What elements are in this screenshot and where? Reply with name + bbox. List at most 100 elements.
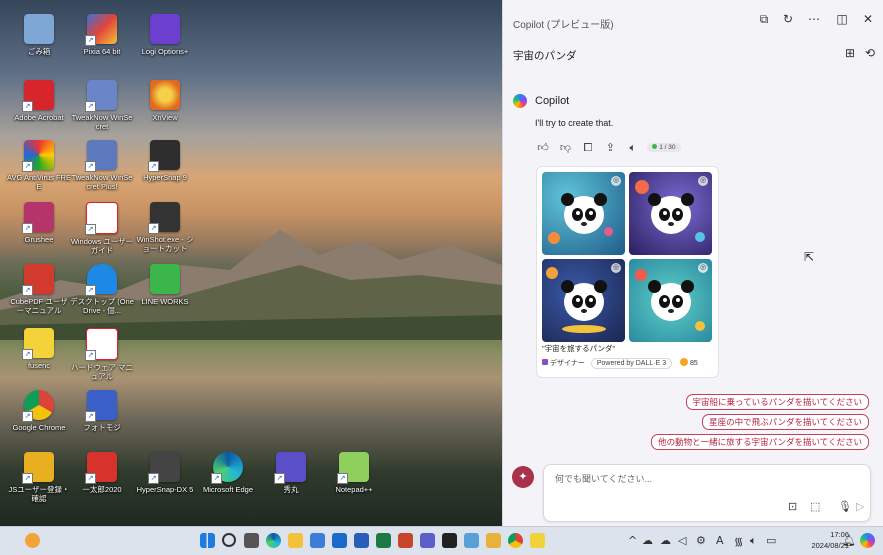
mouse-cursor-icon: ⇱	[804, 250, 815, 264]
dock-panel-icon[interactable]: ◫	[833, 12, 851, 26]
desktop-icon-avg[interactable]: ↗ AVG AntiVirus FREE	[7, 140, 71, 191]
powered-by-badge: Powered by DALL·E 3	[590, 358, 673, 369]
generated-image-3[interactable]: ◎	[542, 259, 625, 342]
photos-icon[interactable]	[464, 533, 479, 548]
desktop-icon-adobe-acrobat[interactable]: ↗ Adobe Acrobat	[7, 80, 71, 122]
generated-image-2[interactable]: ◎	[629, 172, 712, 255]
desktop-icon-cubepdf[interactable]: ↗ CubePDF ユーザーマニュアル	[7, 264, 71, 315]
desktop-icon-line-works[interactable]: LINE WORKS	[133, 264, 197, 306]
settings-tray-icon[interactable]: ⚙	[696, 534, 706, 547]
notepadpp-icon: ↗	[337, 452, 369, 484]
desktop-icon-xnview[interactable]: XnView	[133, 80, 197, 122]
new-topic-button[interactable]: ✦	[512, 466, 534, 488]
microphone-icon[interactable]: 🎙︎	[838, 500, 852, 513]
suggestion-chip-2[interactable]: 星座の中で飛ぶパンダを描いてください	[702, 414, 869, 430]
thumbs-up-icon[interactable]: 👍︎	[535, 141, 551, 154]
chat-input-box[interactable]: ⊡ ⬚ 🎙︎ ▷	[543, 464, 871, 522]
generated-image-4[interactable]: ◎	[629, 259, 712, 342]
desktop-icon-label: 秀丸	[283, 485, 299, 494]
desktop-icon-hypersnap9[interactable]: ↗ HyperSnap 9	[133, 140, 197, 182]
chat-input[interactable]	[553, 473, 857, 485]
copy-icon[interactable]: ⧠	[580, 142, 596, 155]
copilot-taskbar-icon[interactable]	[860, 533, 875, 548]
desktop-icon-hardware-manual[interactable]: ↗ ハードウェア マニュアル	[70, 328, 134, 381]
read-aloud-icon[interactable]: 🔈︎	[625, 142, 641, 155]
desktop-icon-hypersnap-dx[interactable]: ↗ HyperSnap-DX 5	[133, 452, 197, 494]
search-icon[interactable]	[222, 533, 236, 547]
onedrive-tray-icon[interactable]: ☁	[642, 534, 653, 547]
store-icon[interactable]	[310, 533, 325, 548]
copilot-message: I'll try to create that.	[535, 118, 614, 128]
history-icon[interactable]: ⟲	[865, 46, 875, 60]
desktop-icon-label: TweakNow WinSecret	[71, 113, 133, 131]
open-in-new-window-icon[interactable]: ⧉	[755, 12, 773, 27]
edge-taskbar-icon[interactable]	[266, 533, 281, 548]
pen-tray-icon[interactable]: ◁	[678, 534, 686, 547]
excel-icon[interactable]	[376, 533, 391, 548]
desktop-icon-photomoji[interactable]: ↗ フォトモジ	[70, 390, 134, 432]
pdf-icon: ↗	[85, 328, 118, 361]
folder-icon[interactable]	[486, 533, 501, 548]
cloud-tray-icon[interactable]: ☁	[660, 534, 671, 547]
hypersnap-taskbar-icon[interactable]	[530, 533, 545, 548]
desktop-icon-label: fusenc	[27, 361, 51, 370]
show-hidden-icons-icon[interactable]: ^	[628, 534, 637, 547]
powerpoint-icon[interactable]	[398, 533, 413, 548]
send-icon[interactable]: ▷	[856, 500, 864, 513]
grushee-icon: ↗	[22, 202, 54, 234]
thumbs-down-icon[interactable]: 👎︎	[557, 141, 573, 154]
battery-icon[interactable]: ▭	[766, 534, 776, 547]
start-windows-icon[interactable]	[200, 533, 215, 548]
refresh-icon[interactable]: ↻	[779, 12, 797, 26]
photomoji-icon: ↗	[85, 390, 117, 422]
notification-bell-icon[interactable]: 🔔︎	[842, 534, 856, 547]
desktop-icon-tweaknow-winsecret-plus[interactable]: ↗ TweakNow WinSecret Plus!	[70, 140, 134, 191]
volume-icon[interactable]: 🔈︎	[750, 534, 757, 548]
more-options-icon[interactable]: ⋯	[805, 12, 823, 26]
word-icon[interactable]	[354, 533, 369, 548]
task-view-icon[interactable]	[244, 533, 259, 548]
desktop-icon-label: ハードウェア マニュアル	[70, 363, 134, 381]
desktop-icon-grushee[interactable]: ↗ Grushee	[7, 202, 71, 244]
desktop-icon-fusenc[interactable]: ↗ fusenc	[7, 328, 71, 370]
turn-counter-badge: 1 / 30	[647, 143, 681, 152]
desktop-icon-windows-user-guide[interactable]: ↗ Windows ユーザー ガイド	[70, 202, 134, 255]
desktop-icon-microsoft-edge[interactable]: ↗ Microsoft Edge	[196, 452, 260, 494]
desktop-icon-recycle-bin[interactable]: ごみ箱	[7, 14, 71, 56]
taskbar: ^ ☁ ☁ ◁ ⚙ A ᯾ 🔈︎ ▭ 17:06 2024/08/21 🔔︎	[0, 526, 883, 555]
suggestion-chip-3[interactable]: 他の動物と一緒に旅する宇宙パンダを描いてください	[651, 434, 869, 450]
desktop-icon-label: Logi Options+	[141, 47, 189, 56]
desktop-icon-winshot[interactable]: ↗ WinShot.exe - ショートカット	[133, 202, 197, 253]
desktop-icon-notepadpp[interactable]: ↗ Notepad++	[322, 452, 386, 494]
widgets-weather-icon[interactable]	[25, 533, 40, 548]
share-icon[interactable]: ⇪	[602, 141, 618, 154]
desktop-icon-google-chrome[interactable]: ↗ Google Chrome	[7, 390, 71, 432]
generated-image-1[interactable]: ◎	[542, 172, 625, 255]
desktop-icon-ichitaro[interactable]: ↗ 一太郎2020	[70, 452, 134, 494]
add-image-icon[interactable]: ⊡	[788, 500, 797, 513]
desktop-icon-tweaknow-winsecret[interactable]: ↗ TweakNow WinSecret	[70, 80, 134, 131]
desktop-icon-label: デスクトップ (OneDrive - 個...	[70, 297, 134, 315]
desktop-icon-onedrive-desktop[interactable]: ↗ デスクトップ (OneDrive - 個...	[70, 264, 134, 315]
desktop-wallpaper: ごみ箱 ↗ Adobe Acrobat ↗ AVG AntiVirus FREE…	[0, 0, 502, 526]
outlook-icon[interactable]	[332, 533, 347, 548]
suggestion-chip-1[interactable]: 宇宙船に乗っているパンダを描いてください	[685, 394, 869, 410]
teams-icon[interactable]	[420, 533, 435, 548]
desktop-icon-js-registration[interactable]: ↗ JSユーザー登録・確認	[7, 452, 71, 503]
close-icon[interactable]: ✕	[859, 12, 877, 26]
plugins-icon[interactable]: ⊞	[845, 46, 855, 60]
ime-tray-icon[interactable]: A	[716, 534, 724, 547]
desktop-icon-logi-options[interactable]: Logi Options+	[133, 14, 197, 56]
designer-link[interactable]: デザイナー	[550, 360, 585, 367]
desktop-icon-label: XnView	[152, 113, 178, 122]
chrome-taskbar-icon[interactable]	[508, 533, 523, 548]
desktop-icon-label: HyperSnap 9	[143, 173, 187, 182]
desktop-icon-pixia[interactable]: ↗ Pixia 64 bit	[70, 14, 134, 56]
wifi-icon[interactable]: ᯾	[734, 534, 743, 549]
sender-name: Copilot	[535, 95, 570, 107]
turn-counter: 1 / 30	[659, 144, 676, 151]
explorer-icon[interactable]	[288, 533, 303, 548]
screenshot-icon[interactable]: ⬚	[810, 500, 820, 513]
desktop-icon-hidemaru[interactable]: ↗ 秀丸	[259, 452, 323, 494]
terminal-icon[interactable]	[442, 533, 457, 548]
